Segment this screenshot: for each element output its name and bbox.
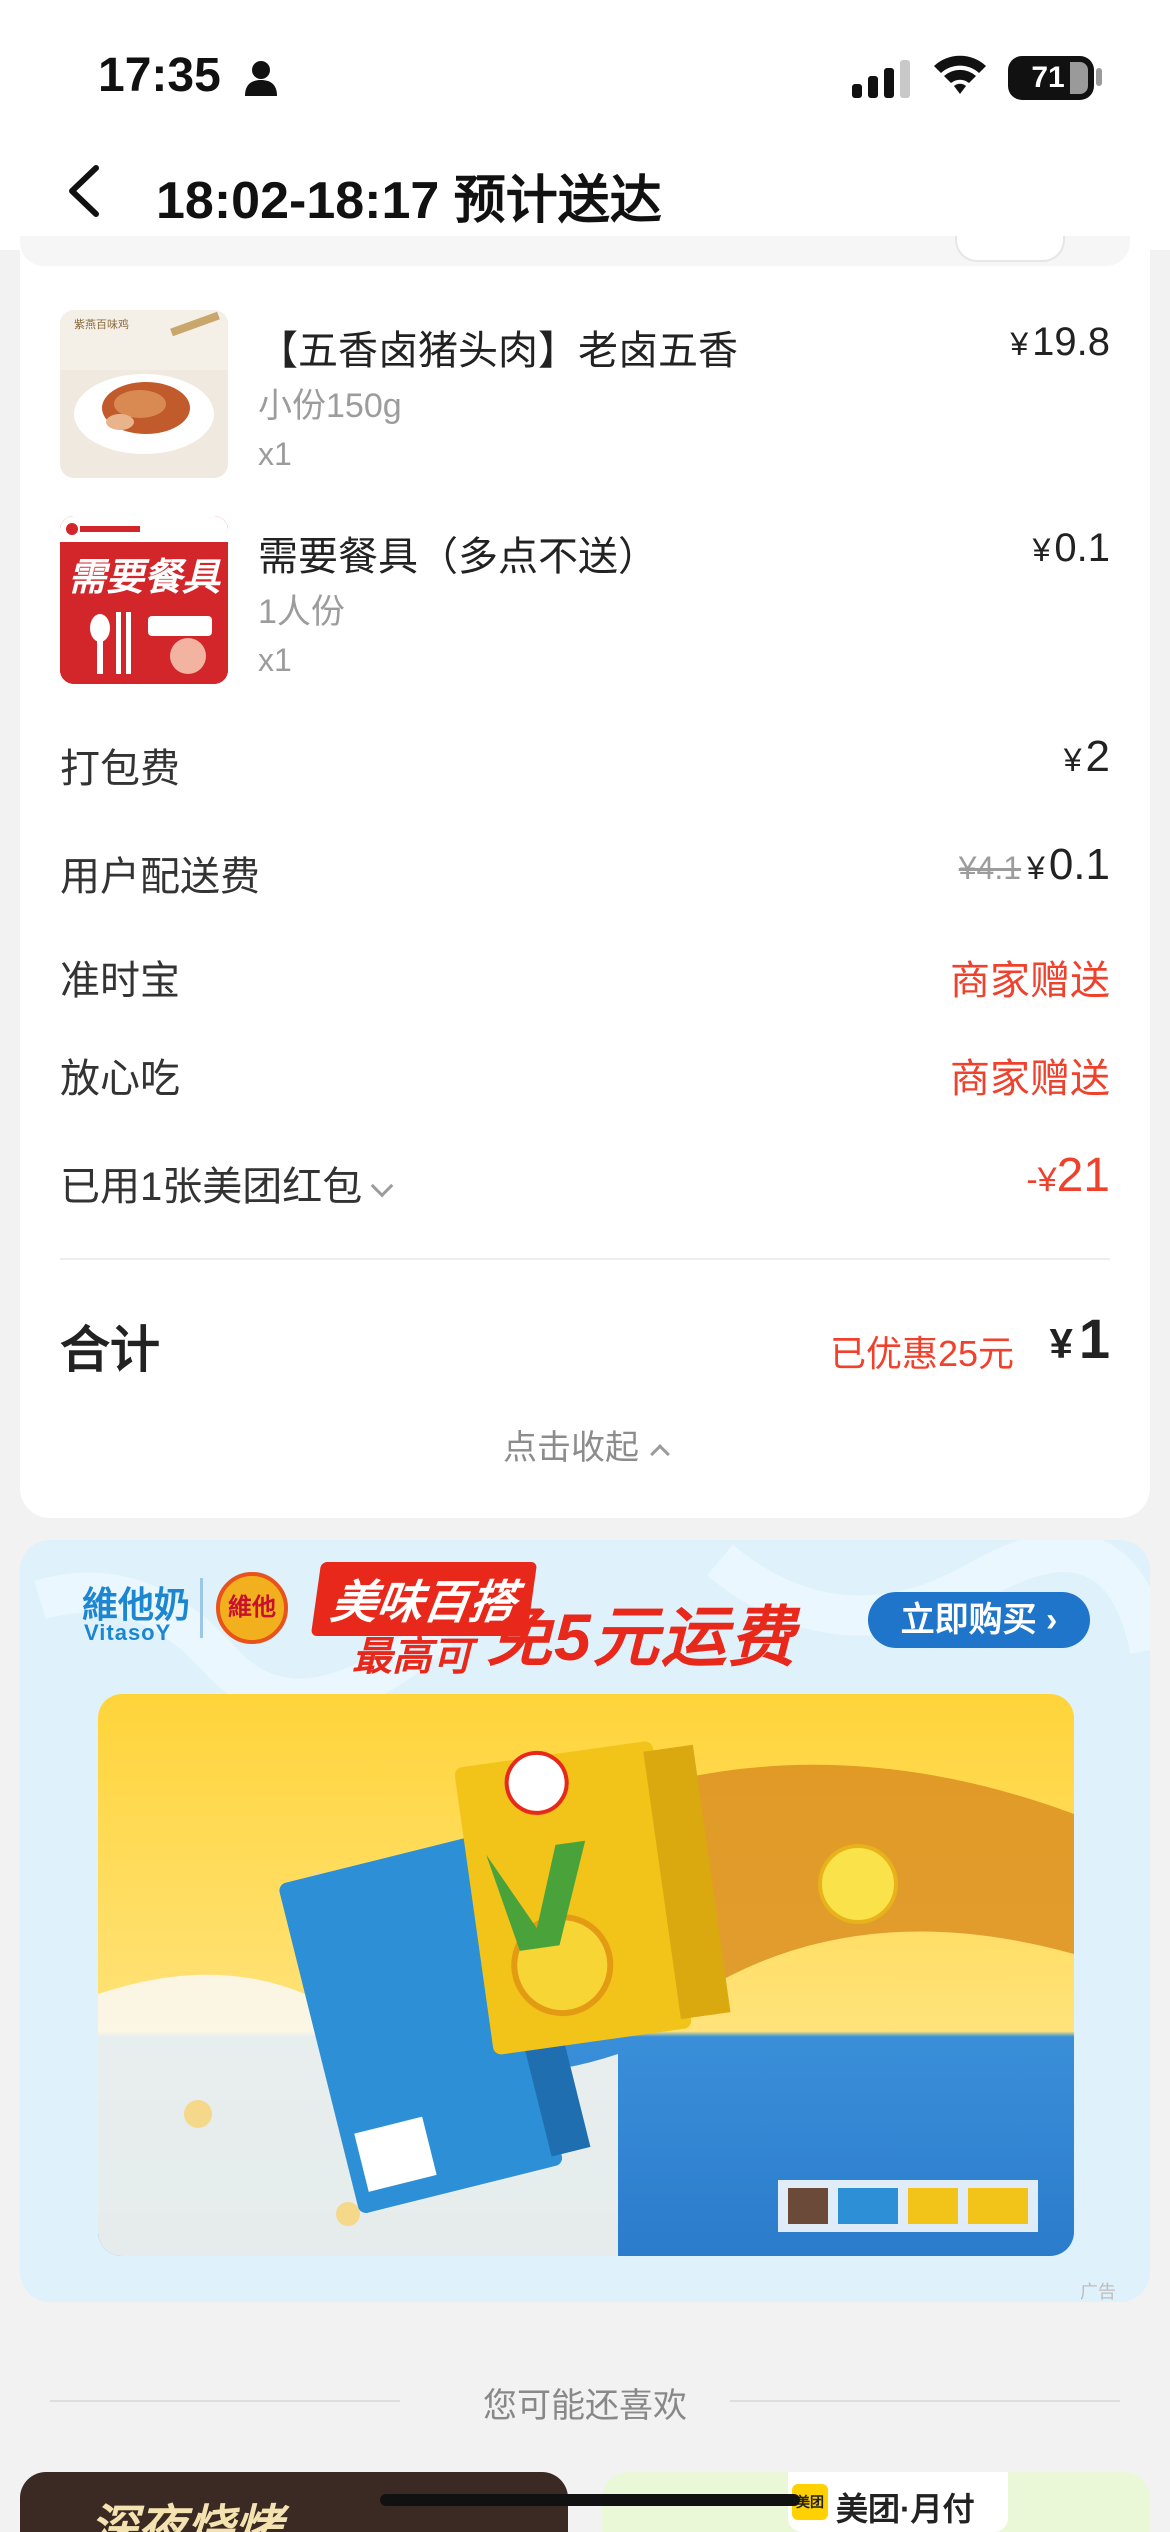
total-label: 合计 — [60, 1322, 160, 1378]
item-price-value: 19.8 — [1032, 320, 1110, 364]
wifi-icon — [934, 55, 986, 94]
ad-slogan-secondary: 最高可 — [352, 1635, 472, 1679]
status-bar: 17:35 71 — [0, 0, 1170, 150]
delivery-fee-value: ¥4.1 ¥0.1 — [959, 840, 1110, 890]
ad-vita-logo: 維他 — [216, 1572, 288, 1644]
food-safety-label: 放心吃 — [60, 1057, 180, 1101]
red-packet-label[interactable]: 已用1张美团红包 — [60, 1154, 394, 1212]
item-spec: 小份150g — [258, 387, 402, 425]
meituan-pay-label: 美团·月付 — [836, 2491, 975, 2527]
item-price-value: 0.1 — [1054, 526, 1110, 570]
ad-slogan-highlight: 免5元运费 — [486, 1600, 797, 1674]
divider — [730, 2400, 1120, 2402]
ad-product-image — [98, 1694, 1074, 2256]
currency-symbol: ¥ — [1049, 1320, 1073, 1367]
packing-fee-amount: 2 — [1085, 732, 1110, 781]
item-thumbnail: 需要餐具 — [60, 516, 228, 684]
recommend-card-title: 深夜烧烤 — [90, 2502, 283, 2532]
divider — [60, 1258, 1110, 1260]
red-packet-value: -¥21 — [1026, 1148, 1110, 1203]
home-indicator[interactable] — [380, 2494, 800, 2506]
battery-tip — [1096, 68, 1102, 86]
food-safety-row: 放心吃 商家赠送 — [60, 1040, 1110, 1101]
order-item[interactable]: 需要餐具 需要餐具（多点不送） 1人份 x1 ¥0.1 — [60, 516, 1110, 686]
ad-brand-en: VitasoY — [84, 1620, 172, 1645]
cellular-signal-icon — [852, 60, 910, 98]
item-thumbnail: 紫燕百味鸡 — [60, 310, 228, 478]
food-safety-value: 商家赠送 — [950, 1057, 1110, 1101]
item-name: 【五香卤猪头肉】老卤五香 — [258, 329, 738, 373]
currency-symbol: ¥ — [1027, 850, 1045, 886]
order-item[interactable]: 紫燕百味鸡 【五香卤猪头肉】老卤五香 小份150g x1 ¥19.8 — [60, 310, 1110, 480]
delivery-fee-row: 用户配送费 ¥4.1 ¥0.1 — [60, 838, 1110, 899]
item-spec: 1人份 — [258, 593, 345, 631]
meituan-pay-badge: 美团 美团·月付 — [788, 2472, 1008, 2532]
battery-percent: 71 — [1031, 61, 1065, 94]
ontime-guarantee-label: 准时宝 — [60, 959, 180, 1003]
packing-fee-row: 打包费 ¥2 — [60, 730, 1110, 791]
red-packet-prefix: -¥ — [1026, 1161, 1057, 1199]
delivery-fee-label: 用户配送费 — [60, 855, 260, 899]
buy-now-label: 立即购买 — [900, 1601, 1037, 1639]
ad-separator — [200, 1578, 203, 1638]
collapse-button[interactable]: 点击收起 — [0, 1420, 1170, 1469]
ontime-guarantee-value: 商家赠送 — [950, 959, 1110, 1003]
ad-banner[interactable]: 維他奶 VitasoY 維他 美味百搭 最高可 免5元运费 立即购买 › — [20, 1540, 1150, 2302]
ontime-guarantee-row: 准时宝 商家赠送 — [60, 942, 1110, 1003]
item-quantity: x1 — [258, 642, 292, 678]
item-price: ¥19.8 — [1010, 320, 1110, 365]
total-discount: 已优惠25元 — [830, 1333, 1015, 1374]
packing-fee-value: ¥2 — [1064, 732, 1110, 782]
buy-now-button[interactable]: 立即购买 › — [868, 1592, 1090, 1648]
previous-section-button-edge[interactable] — [955, 236, 1065, 262]
total-amount: 1 — [1078, 1307, 1110, 1370]
delivery-fee-amount: 0.1 — [1048, 840, 1110, 889]
status-time: 17:35 — [98, 49, 221, 102]
tableware-thumb-label: 需要餐具 — [67, 557, 220, 599]
currency-symbol: ¥ — [1010, 326, 1029, 362]
svg-text:紫燕百味鸡: 紫燕百味鸡 — [74, 317, 129, 331]
currency-symbol: ¥ — [1032, 532, 1051, 568]
item-quantity: x1 — [258, 436, 292, 472]
red-packet-label-text: 已用1张美团红包 — [60, 1165, 363, 1209]
recommend-title: 您可能还喜欢 — [483, 2387, 687, 2425]
person-icon — [245, 61, 277, 96]
item-name: 需要餐具（多点不送） — [258, 535, 658, 579]
red-packet-amount: 21 — [1056, 1149, 1110, 1202]
back-arrow-icon[interactable] — [50, 156, 120, 226]
delivery-fee-original: ¥4.1 — [958, 850, 1022, 886]
battery-indicator: 71 — [1008, 56, 1094, 100]
item-price: ¥0.1 — [1033, 526, 1110, 571]
page-title: 18:02-18:17 预计送达 — [156, 172, 662, 230]
ad-mark: 广告 — [1080, 2282, 1116, 2302]
currency-symbol: ¥ — [1063, 742, 1082, 778]
chevron-up-icon — [650, 1444, 670, 1464]
red-packet-row[interactable]: 已用1张美团红包 -¥21 — [60, 1148, 1110, 1209]
chevron-down-icon — [370, 1174, 394, 1198]
collapse-label: 点击收起 — [503, 1429, 639, 1467]
packing-fee-label: 打包费 — [60, 747, 180, 791]
total-value: ¥1 — [1049, 1306, 1110, 1371]
